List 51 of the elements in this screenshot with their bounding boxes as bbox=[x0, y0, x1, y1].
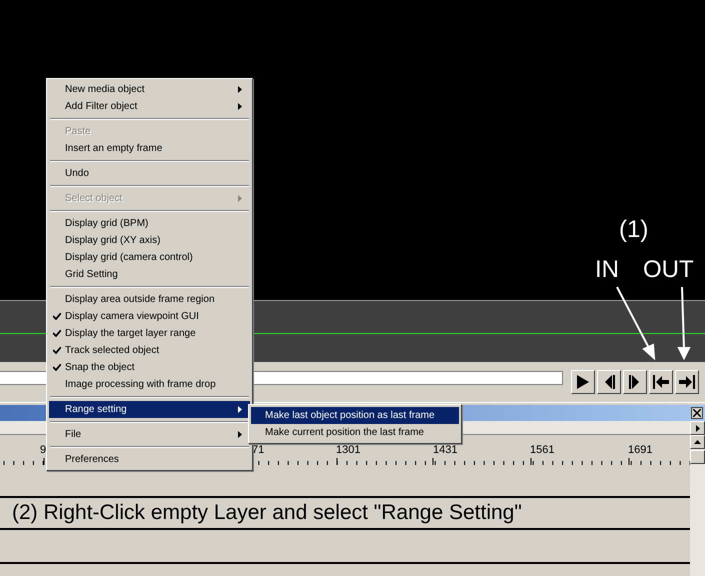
menu-item[interactable]: Insert an empty frame bbox=[49, 140, 250, 157]
menu-item[interactable]: Display grid (BPM) bbox=[49, 215, 250, 232]
menu-item[interactable]: Display grid (XY axis) bbox=[49, 232, 250, 249]
step-back-icon bbox=[603, 375, 615, 389]
step-back-button[interactable] bbox=[597, 370, 621, 394]
submenu-arrow-icon bbox=[238, 431, 242, 438]
close-button[interactable] bbox=[691, 407, 703, 419]
step-forward-button[interactable] bbox=[623, 370, 647, 394]
menu-item[interactable]: Display the target layer range bbox=[49, 325, 250, 342]
menu-item[interactable]: Image processing with frame drop bbox=[49, 376, 250, 393]
submenu-arrow-icon bbox=[238, 406, 242, 413]
jump-to-end-icon bbox=[679, 375, 695, 389]
close-icon bbox=[693, 409, 701, 417]
jump-to-start-icon bbox=[653, 375, 669, 389]
menu-item[interactable]: File bbox=[49, 426, 250, 443]
instruction-text: (2) Right-Click empty Layer and select "Range Setting" bbox=[11, 501, 522, 525]
ruler-label: 71 bbox=[252, 445, 264, 456]
scrollbar-thumb[interactable] bbox=[690, 450, 705, 464]
menu-item[interactable]: Display camera viewpoint GUI bbox=[49, 308, 250, 325]
menu-item[interactable]: New media object bbox=[49, 81, 250, 98]
submenu-arrow-icon bbox=[238, 86, 242, 93]
submenu-arrow-icon bbox=[238, 103, 242, 110]
out-label: OUT bbox=[643, 256, 694, 284]
jump-out-button[interactable] bbox=[675, 370, 699, 394]
menu-item[interactable]: Preferences bbox=[49, 451, 250, 468]
ruler-label: 1431 bbox=[433, 445, 458, 456]
step-label: (1) bbox=[619, 216, 648, 244]
scroll-up-button[interactable] bbox=[690, 435, 705, 449]
menu-item[interactable]: Display grid (camera control) bbox=[49, 249, 250, 266]
in-label: IN bbox=[595, 256, 619, 284]
up-arrow-icon bbox=[694, 440, 701, 444]
play-button[interactable] bbox=[571, 370, 595, 394]
submenu-arrow-icon bbox=[238, 195, 242, 202]
menu-item[interactable]: Add Filter object bbox=[49, 98, 250, 115]
menu-item[interactable]: Undo bbox=[49, 165, 250, 182]
ruler-label: 9 bbox=[40, 445, 46, 456]
jump-in-button[interactable] bbox=[649, 370, 673, 394]
menu-item[interactable]: Display area outside frame region bbox=[49, 291, 250, 308]
play-icon bbox=[577, 375, 589, 389]
menu-item[interactable]: Track selected object bbox=[49, 342, 250, 359]
scroll-right-button[interactable] bbox=[690, 421, 705, 435]
menu-item[interactable]: Grid Setting bbox=[49, 266, 250, 283]
menu-item[interactable]: Snap the object bbox=[49, 359, 250, 376]
ruler-label: 1691 bbox=[628, 445, 652, 456]
ruler-label: 1561 bbox=[530, 445, 554, 456]
ruler-label: 1301 bbox=[336, 445, 360, 456]
right-arrow-icon bbox=[696, 424, 700, 432]
menu-item[interactable]: Make current position the last frame bbox=[251, 424, 459, 441]
step-forward-icon bbox=[629, 375, 641, 389]
menu-item[interactable]: Range setting bbox=[49, 401, 250, 418]
menu-item[interactable]: Make last object position as last frame bbox=[251, 407, 459, 424]
